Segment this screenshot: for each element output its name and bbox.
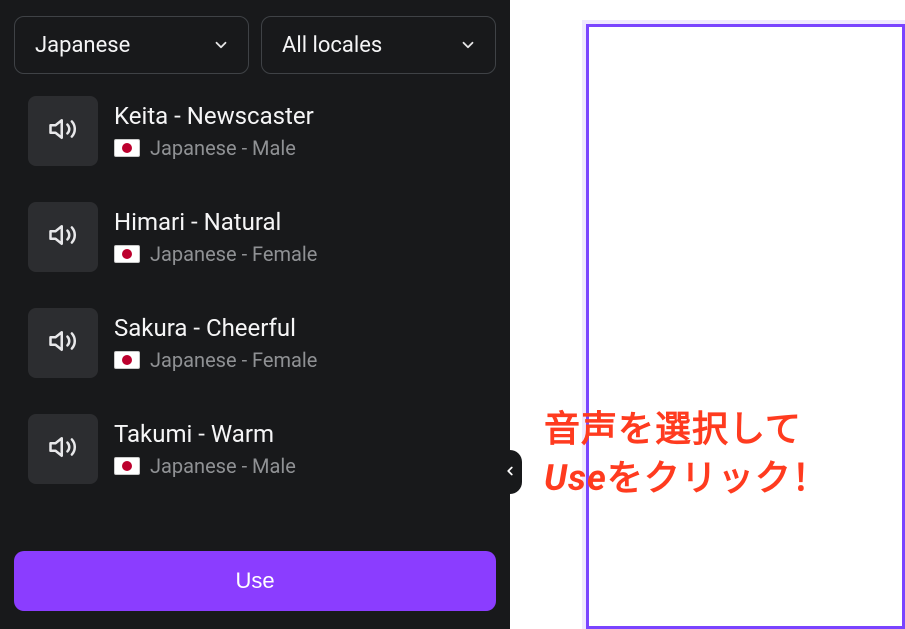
voice-item[interactable]: Himari - Natural Japanese - Female xyxy=(28,202,496,272)
flag-japan-icon xyxy=(114,351,140,369)
chevron-left-icon xyxy=(503,463,517,482)
speaker-icon xyxy=(48,220,78,254)
language-dropdown[interactable]: Japanese xyxy=(14,16,249,74)
voice-name: Takumi - Warm xyxy=(114,420,296,448)
voice-sub: Japanese - Female xyxy=(114,348,317,372)
play-preview-button[interactable] xyxy=(28,414,98,484)
voice-desc: Japanese - Male xyxy=(150,136,296,160)
voice-sub: Japanese - Female xyxy=(114,242,317,266)
voice-sub: Japanese - Male xyxy=(114,136,314,160)
voice-name: Keita - Newscaster xyxy=(114,102,314,130)
filter-row: Japanese All locales xyxy=(0,0,510,96)
locale-dropdown-label: All locales xyxy=(282,33,382,58)
voice-sub: Japanese - Male xyxy=(114,454,296,478)
voice-meta: Keita - Newscaster Japanese - Male xyxy=(114,102,314,160)
annotation-line1: 音声を選択して xyxy=(544,405,829,454)
voice-item[interactable]: Sakura - Cheerful Japanese - Female xyxy=(28,308,496,378)
flag-japan-icon xyxy=(114,139,140,157)
flag-japan-icon xyxy=(114,457,140,475)
flag-japan-icon xyxy=(114,245,140,263)
voice-sidebar: Japanese All locales Keita - Newscaster xyxy=(0,0,510,629)
collapse-panel-button[interactable] xyxy=(498,450,522,494)
voice-desc: Japanese - Female xyxy=(150,242,317,266)
play-preview-button[interactable] xyxy=(28,308,98,378)
speaker-icon xyxy=(48,114,78,148)
voice-item[interactable]: Keita - Newscaster Japanese - Male xyxy=(28,96,496,166)
voice-item[interactable]: Takumi - Warm Japanese - Male xyxy=(28,414,496,484)
voice-name: Sakura - Cheerful xyxy=(114,314,317,342)
chevron-down-icon xyxy=(212,36,230,54)
annotation-rest: をクリック！ xyxy=(607,457,829,499)
annotation-line2: Useをクリック！ xyxy=(544,454,829,503)
play-preview-button[interactable] xyxy=(28,202,98,272)
voice-meta: Sakura - Cheerful Japanese - Female xyxy=(114,314,317,372)
play-preview-button[interactable] xyxy=(28,96,98,166)
language-dropdown-label: Japanese xyxy=(35,33,130,58)
locale-dropdown[interactable]: All locales xyxy=(261,16,496,74)
chevron-down-icon xyxy=(459,36,477,54)
annotation-text: 音声を選択して Useをクリック！ xyxy=(544,405,829,502)
speaker-icon xyxy=(48,326,78,360)
voice-desc: Japanese - Female xyxy=(150,348,317,372)
voice-desc: Japanese - Male xyxy=(150,454,296,478)
use-button[interactable]: Use xyxy=(14,551,496,611)
voice-list: Keita - Newscaster Japanese - Male Himar… xyxy=(0,96,510,533)
voice-meta: Takumi - Warm Japanese - Male xyxy=(114,420,296,478)
voice-name: Himari - Natural xyxy=(114,208,317,236)
canvas-area[interactable]: 音声を選択して Useをクリック！ xyxy=(510,0,905,629)
use-button-container: Use xyxy=(0,533,510,629)
speaker-icon xyxy=(48,432,78,466)
slide-selection[interactable] xyxy=(586,24,905,629)
annotation-em: Use xyxy=(544,457,607,499)
voice-meta: Himari - Natural Japanese - Female xyxy=(114,208,317,266)
